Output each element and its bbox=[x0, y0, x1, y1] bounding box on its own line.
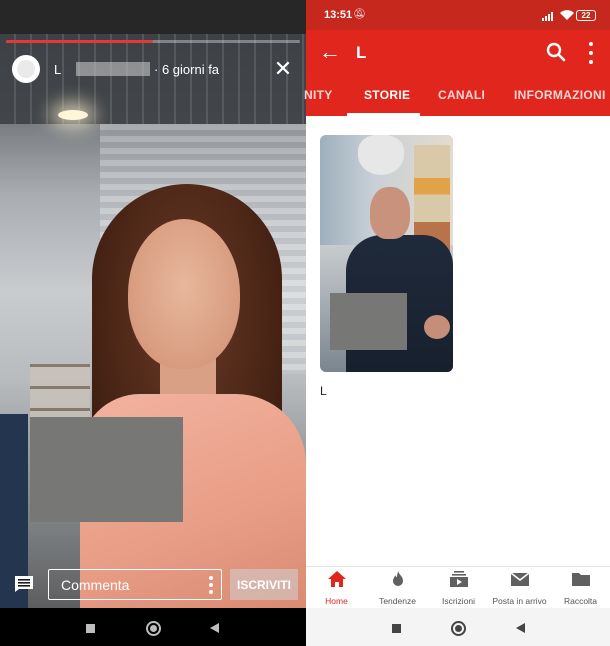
app-bar: ← L bbox=[306, 30, 610, 76]
story-caption[interactable]: L bbox=[320, 384, 327, 398]
redacted-area bbox=[330, 293, 407, 350]
story-viewer: L · 6 giorni fa ✕ Commenta ISCRIVITI bbox=[0, 0, 306, 646]
back-arrow-icon[interactable]: ← bbox=[318, 40, 342, 64]
back-nav-icon[interactable] bbox=[210, 623, 219, 633]
signal-icon bbox=[542, 12, 553, 21]
comment-icon[interactable] bbox=[14, 575, 34, 593]
wifi-icon bbox=[560, 10, 574, 20]
recents-icon[interactable] bbox=[86, 624, 95, 633]
back-nav-icon[interactable] bbox=[516, 623, 525, 633]
comment-placeholder: Commenta bbox=[61, 576, 130, 593]
comment-input[interactable]: Commenta bbox=[48, 569, 222, 600]
channel-title: L bbox=[356, 43, 367, 62]
tab-about[interactable]: INFORMAZIONI bbox=[514, 88, 606, 102]
home-nav-icon[interactable] bbox=[146, 621, 161, 636]
search-icon[interactable] bbox=[544, 40, 568, 64]
story-thumbnail[interactable] bbox=[320, 135, 453, 372]
channel-name-redacted bbox=[76, 62, 150, 76]
mail-icon bbox=[510, 572, 529, 586]
channel-tabs: NITY STORIE CANALI INFORMAZIONI bbox=[304, 76, 610, 116]
status-bar bbox=[0, 0, 306, 34]
bottom-navigation: Home Tendenze Iscrizioni Posta in arrivo… bbox=[306, 566, 610, 608]
redacted-area bbox=[30, 417, 183, 522]
subscribe-button[interactable]: ISCRIVITI bbox=[230, 569, 298, 600]
channel-page: 13:51 🔕︎ 22 ← L NITY STORIE CANALI INFOR… bbox=[304, 0, 610, 646]
close-icon[interactable]: ✕ bbox=[272, 58, 294, 80]
screen: L · 6 giorni fa ✕ Commenta ISCRIVITI 13:… bbox=[0, 0, 610, 646]
story-progress-bar bbox=[6, 40, 300, 43]
battery-icon: 22 bbox=[576, 10, 596, 21]
tab-stories[interactable]: STORIE bbox=[364, 88, 410, 102]
system-nav-bar bbox=[0, 608, 306, 646]
tab-channels[interactable]: CANALI bbox=[438, 88, 485, 102]
tab-community[interactable]: NITY bbox=[304, 88, 333, 102]
subscriptions-icon bbox=[449, 571, 468, 587]
folder-icon bbox=[571, 573, 590, 586]
more-options-icon[interactable] bbox=[588, 42, 594, 64]
status-bar: 13:51 🔕︎ 22 bbox=[306, 0, 610, 30]
status-time: 13:51 bbox=[324, 9, 353, 21]
story-time-ago: · 6 giorni fa bbox=[154, 61, 220, 77]
home-icon bbox=[327, 571, 346, 587]
home-nav-icon[interactable] bbox=[451, 621, 466, 636]
channel-name[interactable]: L bbox=[54, 62, 62, 77]
system-nav-bar bbox=[306, 608, 610, 646]
bell-off-icon: 🔕︎ bbox=[353, 9, 366, 20]
nav-subscriptions[interactable]: Iscrizioni bbox=[428, 571, 489, 607]
flame-icon bbox=[392, 571, 403, 586]
nav-home[interactable]: Home bbox=[306, 571, 367, 607]
story-header: L · 6 giorni fa ✕ bbox=[12, 54, 300, 84]
avatar[interactable] bbox=[12, 55, 40, 83]
more-options-icon[interactable] bbox=[209, 576, 213, 594]
nav-library[interactable]: Raccolta bbox=[550, 571, 610, 607]
nav-trending[interactable]: Tendenze bbox=[367, 571, 428, 607]
nav-inbox[interactable]: Posta in arrivo bbox=[489, 571, 550, 607]
recents-icon[interactable] bbox=[392, 624, 401, 633]
active-tab-indicator bbox=[347, 113, 420, 116]
story-actions: Commenta ISCRIVITI bbox=[0, 568, 306, 602]
story-progress-fill bbox=[6, 40, 153, 43]
